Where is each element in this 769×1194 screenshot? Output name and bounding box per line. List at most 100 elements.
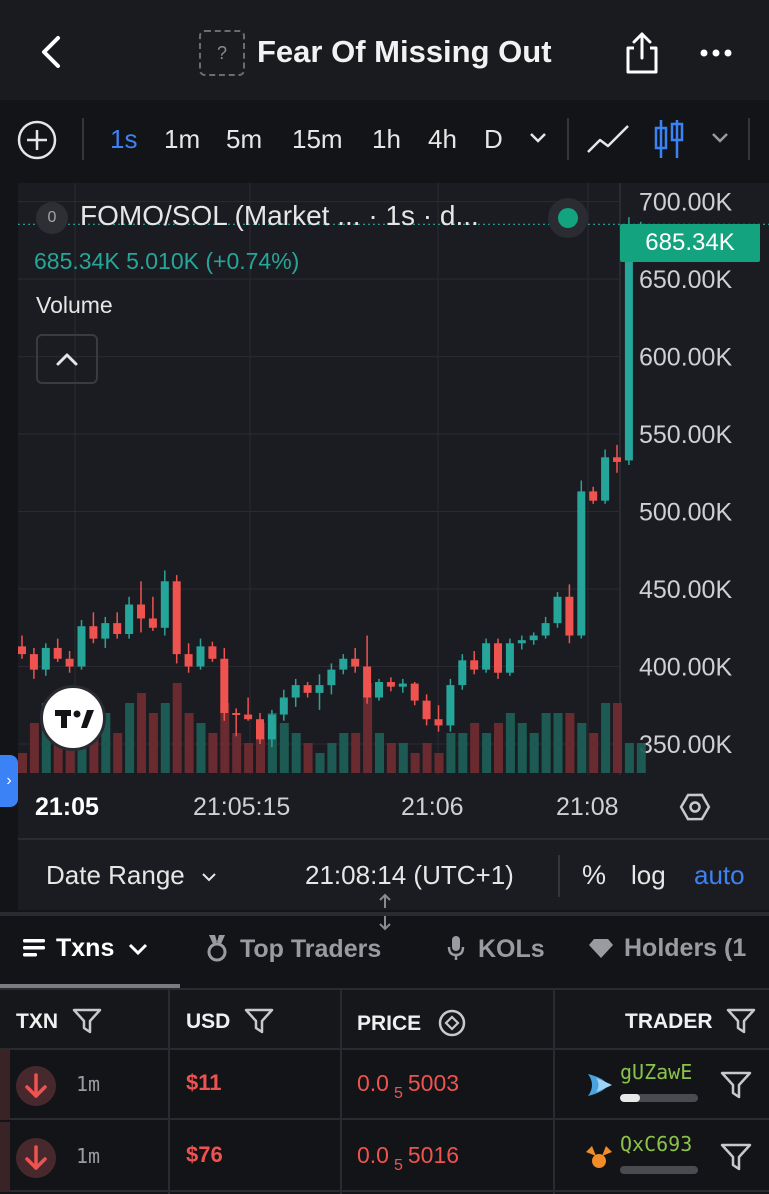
volume-bar — [196, 723, 206, 773]
y-tick-label: 650.00K — [639, 266, 732, 294]
candle-body — [386, 682, 395, 687]
interval-1m[interactable]: 1m — [164, 124, 200, 155]
interval-1h[interactable]: 1h — [372, 124, 401, 155]
candlestick-icon[interactable] — [652, 118, 686, 160]
market-status-indicator — [548, 198, 588, 238]
column-txn[interactable]: TXN — [16, 1008, 102, 1034]
tab-top-traders[interactable]: Top Traders — [204, 934, 381, 964]
expand-drawing-tools-tab[interactable]: › — [0, 755, 18, 807]
interval-4h[interactable]: 4h — [428, 124, 457, 155]
price-zero-count: 5 — [393, 1085, 403, 1102]
chart-settings-icon[interactable] — [678, 790, 712, 824]
share-icon[interactable] — [622, 30, 662, 76]
interval-1s[interactable]: 1s — [110, 124, 137, 155]
txn-price: 0.0 5 5003 — [357, 1070, 459, 1102]
volume-bar — [565, 713, 575, 773]
filter-icon[interactable] — [72, 1008, 102, 1034]
collapse-legend-button[interactable] — [36, 334, 98, 384]
date-range-dropdown[interactable]: Date Range — [46, 860, 218, 891]
candle-body — [624, 232, 633, 461]
interval-d[interactable]: D — [484, 124, 503, 155]
candle-body — [89, 626, 98, 639]
candle-body — [398, 683, 407, 687]
add-indicator-icon[interactable] — [16, 119, 58, 161]
chart-panel[interactable]: 700.00K 650.00K 600.00K 550.00K 500.00K 450.0… — [18, 183, 769, 910]
candle-body — [244, 714, 253, 720]
candle-body — [553, 596, 562, 624]
chevron-up-icon — [56, 353, 78, 366]
candle-body — [613, 457, 621, 462]
auto-scale-toggle[interactable]: auto — [694, 860, 745, 891]
filter-icon[interactable] — [720, 1070, 752, 1100]
sell-arrow-icon — [16, 1138, 56, 1178]
y-tick-label: 700.00K — [639, 189, 732, 217]
candle-body — [565, 596, 574, 636]
candle-body — [601, 457, 610, 501]
volume-bar — [505, 713, 515, 773]
candle-body — [541, 623, 550, 636]
candle-body — [291, 685, 300, 698]
candle-body — [375, 682, 383, 698]
sell-arrow-icon — [16, 1066, 56, 1106]
chart-type-dropdown-icon[interactable] — [710, 130, 730, 146]
filter-icon[interactable] — [244, 1008, 274, 1034]
volume-bar — [529, 733, 539, 773]
volume-bar — [601, 703, 611, 773]
volume-bar — [470, 723, 480, 773]
column-price-label: PRICE — [357, 1012, 422, 1035]
column-trader[interactable]: TRADER — [625, 1008, 756, 1034]
panel-resize-handle-icon[interactable] — [374, 892, 396, 932]
candle-body — [256, 719, 264, 740]
interval-dropdown-icon[interactable] — [528, 130, 548, 146]
candle-body — [125, 604, 134, 634]
table-row[interactable]: 1m $76 0.0 5 5016 QxC693 — [0, 1122, 769, 1192]
tradingview-logo-icon[interactable] — [40, 685, 106, 751]
candle-body — [494, 643, 502, 673]
tab-top-traders-label: Top Traders — [240, 935, 382, 963]
table-row[interactable]: 1m $11 0.0 5 5003 gUZawE — [0, 1050, 769, 1120]
volume-bar — [351, 733, 361, 773]
log-scale-toggle[interactable]: log — [631, 860, 666, 891]
tab-kols[interactable]: KOLs — [446, 934, 545, 964]
tab-holders[interactable]: Holders (1 — [588, 934, 746, 963]
column-usd[interactable]: USD — [186, 1008, 274, 1034]
candle-body — [303, 685, 312, 693]
trader-address[interactable]: QxC693 — [620, 1132, 692, 1156]
date-range-label: Date Range — [46, 860, 185, 890]
chart-legend: 0 FOMO/SOL (Market ... · 1s · d... — [36, 198, 596, 236]
volume-bar — [410, 753, 420, 773]
legend-symbol[interactable]: FOMO/SOL (Market ... · 1s · d... — [80, 200, 479, 232]
y-tick-label: 600.00K — [639, 344, 732, 372]
volume-bar — [184, 713, 194, 773]
more-options-icon[interactable] — [696, 38, 736, 68]
tab-txns[interactable]: Txns — [22, 934, 149, 963]
volume-bar — [375, 733, 384, 773]
fish-avatar-icon — [588, 1074, 612, 1096]
interval-15m[interactable]: 15m — [292, 124, 343, 155]
back-arrow-icon[interactable] — [30, 30, 74, 74]
candle-body — [434, 719, 443, 726]
interval-5m[interactable]: 5m — [226, 124, 262, 155]
candle-body — [363, 666, 372, 698]
candle-body — [196, 646, 205, 667]
column-divider — [553, 988, 555, 1194]
volume-bar — [291, 733, 301, 773]
candle-body — [113, 623, 122, 634]
timezone-clock[interactable]: 21:08:14 (UTC+1) — [305, 860, 514, 891]
candle-body — [172, 581, 181, 655]
filter-icon[interactable] — [726, 1008, 756, 1034]
filter-icon[interactable] — [720, 1142, 752, 1172]
percent-scale-toggle[interactable]: % — [582, 860, 606, 891]
legend-badge: 0 — [36, 202, 68, 234]
line-chart-icon[interactable] — [586, 122, 630, 156]
column-price[interactable]: PRICE — [357, 1008, 467, 1038]
candle-body — [422, 700, 431, 720]
price-prefix: 0.0 — [357, 1070, 389, 1096]
divider — [558, 855, 560, 897]
volume-label: Volume — [36, 292, 113, 318]
currency-toggle-icon[interactable] — [437, 1008, 467, 1038]
candle-body — [505, 643, 514, 673]
candle-body — [517, 640, 526, 644]
trader-address[interactable]: gUZawE — [620, 1060, 692, 1084]
candlestick-chart[interactable]: 700.00K 650.00K 600.00K 550.00K 500.00K 450.0… — [18, 183, 769, 838]
